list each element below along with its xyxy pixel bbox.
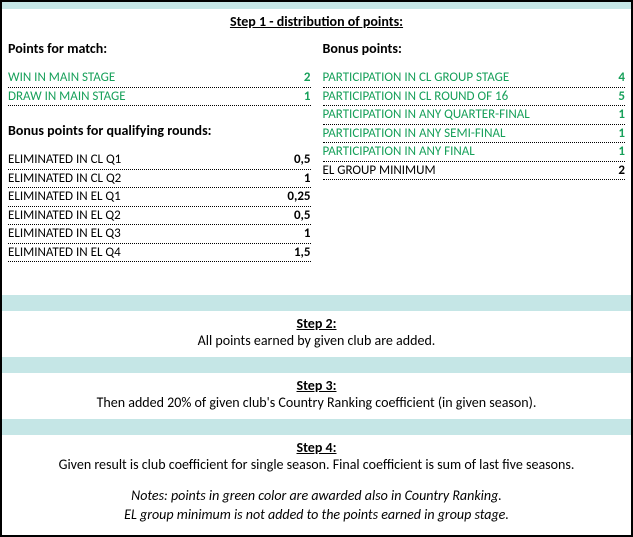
bonus-row-label: PARTICIPATION IN ANY QUARTER-FINAL [323, 106, 592, 124]
qual-row-label: ELIMINATED IN CL Q1 [8, 151, 277, 169]
qual-row-label: ELIMINATED IN EL Q3 [8, 225, 277, 243]
match-row: DRAW IN MAIN STAGE 1 [8, 88, 311, 107]
match-row: WIN IN MAIN STAGE 2 [8, 69, 311, 88]
bonus-row: PARTICIPATION IN CL ROUND OF 16 5 [323, 88, 626, 107]
qual-row-value: 0,5 [277, 207, 311, 225]
bonus-row-value: 4 [591, 69, 625, 87]
bonus-row-label: PARTICIPATION IN CL ROUND OF 16 [323, 88, 592, 106]
qual-row-label: ELIMINATED IN EL Q4 [8, 244, 277, 262]
qual-row: ELIMINATED IN EL Q4 1,5 [8, 244, 311, 263]
separator [2, 295, 631, 311]
bonus-row: PARTICIPATION IN CL GROUP STAGE 4 [323, 69, 626, 88]
step3-text: Then added 20% of given club's Country R… [8, 394, 625, 411]
notes: Notes: points in green color are awarded… [2, 481, 631, 535]
step4-text: Given result is club coefficient for sin… [8, 456, 625, 473]
bonus-points-head: Bonus points: [323, 38, 626, 63]
qual-row-label: ELIMINATED IN EL Q1 [8, 188, 277, 206]
qual-row-value: 0,5 [277, 151, 311, 169]
qual-row-value: 1 [277, 170, 311, 188]
qual-row-label: ELIMINATED IN CL Q2 [8, 170, 277, 188]
bonus-row: EL GROUP MINIMUM 2 [323, 162, 626, 181]
bonus-row-value: 1 [591, 106, 625, 124]
bonus-row-value: 1 [591, 125, 625, 143]
match-row-label: WIN IN MAIN STAGE [8, 69, 277, 87]
step2-block: Step 2: All points earned by given club … [2, 311, 631, 357]
step4-head: Step 4: [8, 439, 625, 456]
left-column: Points for match: WIN IN MAIN STAGE 2 DR… [2, 38, 317, 262]
step2-head: Step 2: [8, 315, 625, 332]
bonus-row-value: 1 [591, 143, 625, 161]
bonus-row: PARTICIPATION IN ANY QUARTER-FINAL 1 [323, 106, 626, 125]
step3-head: Step 3: [8, 377, 625, 394]
bonus-row-label: EL GROUP MINIMUM [323, 162, 592, 180]
step4-block: Step 4: Given result is club coefficient… [2, 435, 631, 481]
qual-row: ELIMINATED IN EL Q3 1 [8, 225, 311, 244]
separator [2, 419, 631, 435]
bonus-row: PARTICIPATION IN ANY FINAL 1 [323, 143, 626, 162]
step1-title: Step 1 - distribution of points: [2, 9, 631, 38]
note-line-2: EL group minimum is not added to the poi… [8, 506, 625, 525]
match-row-value: 1 [277, 88, 311, 106]
bonus-row-label: PARTICIPATION IN CL GROUP STAGE [323, 69, 592, 87]
points-for-match-head: Points for match: [8, 38, 311, 63]
bonus-row-label: PARTICIPATION IN ANY FINAL [323, 143, 592, 161]
bonus-row-value: 2 [591, 162, 625, 180]
qual-row-value: 0,25 [277, 188, 311, 206]
top-band [2, 2, 631, 9]
match-row-value: 2 [277, 69, 311, 87]
qualifying-head: Bonus points for qualifying rounds: [8, 120, 311, 145]
bonus-row-label: PARTICIPATION IN ANY SEMI-FINAL [323, 125, 592, 143]
step2-text: All points earned by given club are adde… [8, 332, 625, 349]
qual-row: ELIMINATED IN CL Q2 1 [8, 170, 311, 189]
qual-row: ELIMINATED IN EL Q2 0,5 [8, 207, 311, 226]
step3-block: Step 3: Then added 20% of given club's C… [2, 373, 631, 419]
qual-row-value: 1,5 [277, 244, 311, 262]
qual-row: ELIMINATED IN EL Q1 0,25 [8, 188, 311, 207]
qual-row-value: 1 [277, 225, 311, 243]
qual-row: ELIMINATED IN CL Q1 0,5 [8, 151, 311, 170]
match-row-label: DRAW IN MAIN STAGE [8, 88, 277, 106]
right-column: Bonus points: PARTICIPATION IN CL GROUP … [317, 38, 632, 262]
step1-content: Points for match: WIN IN MAIN STAGE 2 DR… [2, 38, 631, 262]
note-line-1: Notes: points in green color are awarded… [8, 487, 625, 506]
bonus-row: PARTICIPATION IN ANY SEMI-FINAL 1 [323, 125, 626, 144]
bonus-row-value: 5 [591, 88, 625, 106]
separator [2, 357, 631, 373]
qual-row-label: ELIMINATED IN EL Q2 [8, 207, 277, 225]
